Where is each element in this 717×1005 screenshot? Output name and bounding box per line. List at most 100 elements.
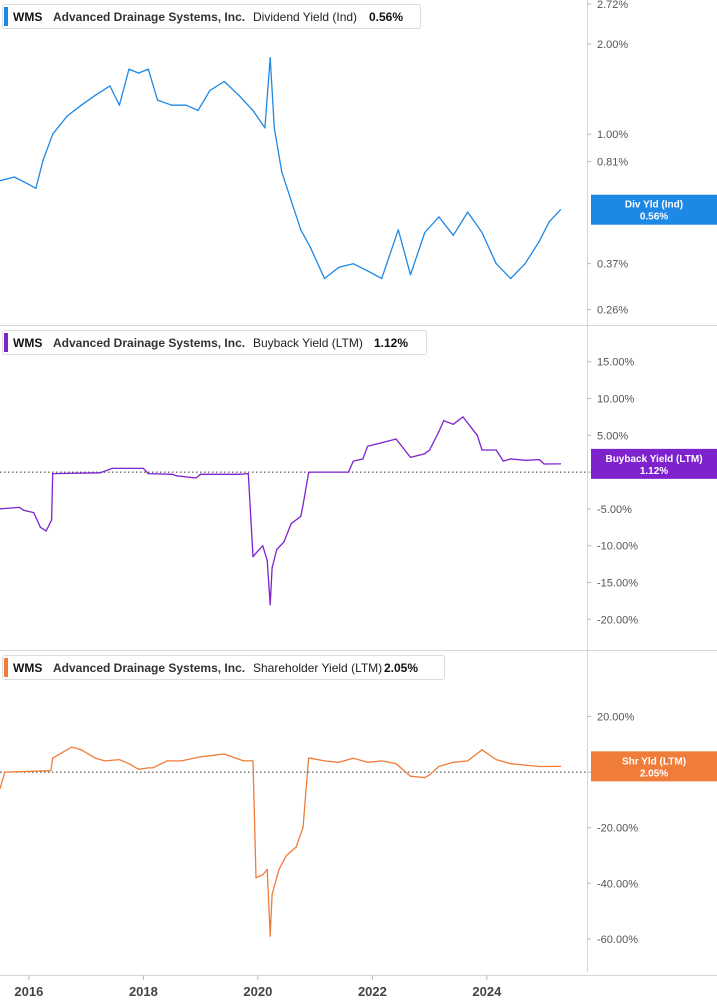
y-tick-label: -20.00%: [597, 823, 638, 835]
data-point: [209, 89, 211, 91]
data-point: [138, 768, 140, 770]
data-point: [176, 475, 178, 477]
data-point: [309, 246, 311, 248]
data-point: [273, 127, 275, 129]
data-point: [538, 459, 541, 461]
data-point: [323, 760, 326, 762]
data-point: [45, 530, 47, 532]
data-point: [271, 567, 273, 569]
data-point: [156, 99, 159, 101]
legend-color-swatch: [4, 7, 8, 26]
y-tick-label: 1.00%: [597, 129, 628, 141]
data-point: [118, 467, 120, 469]
panel-2: 15.00%10.00%5.00%0.00%-5.00%-10.00%-15.0…: [0, 325, 717, 626]
data-point: [290, 200, 292, 202]
value-badge-value: 1.12%: [640, 466, 668, 477]
data-point: [302, 827, 304, 829]
data-point: [352, 263, 354, 265]
data-point: [300, 515, 302, 517]
data-point: [424, 777, 426, 779]
data-point: [13, 176, 15, 178]
data-point: [238, 473, 240, 475]
data-point: [197, 109, 199, 112]
data-point: [118, 759, 120, 761]
legend-ticker: WMS: [13, 661, 42, 675]
y-tick-label: 0.81%: [597, 157, 628, 169]
data-point: [381, 442, 383, 444]
data-point: [352, 757, 354, 759]
data-point: [233, 473, 235, 475]
data-point: [118, 104, 120, 106]
data-point: [510, 458, 512, 460]
data-point: [266, 868, 268, 871]
y-tick-label: 2.72%: [597, 0, 628, 11]
data-point: [142, 467, 144, 469]
data-point: [452, 761, 454, 763]
data-point: [4, 771, 6, 773]
data-point: [467, 211, 469, 213]
data-point: [495, 449, 497, 451]
data-point: [255, 877, 257, 879]
legend-ticker: WMS: [13, 10, 42, 24]
data-point: [481, 449, 483, 451]
legend-company: Advanced Drainage Systems, Inc.: [53, 10, 245, 24]
y-tick-label: 15.00%: [597, 357, 635, 369]
data-point: [510, 277, 512, 280]
data-point: [452, 423, 454, 425]
data-point: [52, 757, 54, 759]
data-point: [171, 473, 173, 475]
data-point: [128, 68, 130, 70]
data-point: [252, 109, 254, 112]
legend-metric: Dividend Yield (Ind): [253, 10, 357, 24]
data-point: [152, 767, 154, 769]
data-point: [147, 68, 149, 70]
data-point: [50, 770, 52, 772]
data-point: [39, 526, 42, 528]
data-point: [266, 559, 268, 562]
data-point: [300, 229, 302, 231]
data-point: [308, 472, 310, 474]
data-point: [238, 94, 240, 96]
data-point: [409, 274, 412, 276]
data-point: [381, 277, 383, 280]
data-point: [352, 460, 354, 462]
y-tick-label: -40.00%: [597, 878, 638, 890]
data-point: [171, 104, 173, 106]
data-point: [94, 94, 97, 96]
x-tick-label: 2022: [358, 984, 387, 999]
data-point: [338, 761, 340, 763]
data-point: [52, 133, 54, 135]
data-point: [61, 752, 63, 754]
x-tick-label: 2024: [472, 984, 502, 999]
data-point: [128, 763, 130, 765]
y-tick-label: -60.00%: [597, 934, 638, 946]
data-point: [283, 541, 285, 543]
data-point: [195, 477, 197, 479]
data-point: [42, 159, 44, 161]
data-point: [223, 80, 225, 83]
data-point: [481, 749, 483, 751]
y-tick-label: 0.37%: [597, 259, 628, 271]
data-point: [28, 183, 30, 185]
data-point: [35, 187, 37, 189]
y-tick-label: 20.00%: [597, 711, 635, 723]
data-point: [23, 509, 25, 511]
data-point: [495, 263, 497, 265]
data-point: [395, 438, 397, 440]
legend-ticker: WMS: [13, 336, 42, 350]
series-line: [0, 416, 561, 606]
panel-3: 20.00%0.00%-20.00%-40.00%-60.00%Shr Yld …: [0, 650, 717, 946]
data-point: [462, 416, 464, 418]
data-point: [80, 104, 82, 106]
data-point: [308, 757, 310, 759]
legend-company: Advanced Drainage Systems, Inc.: [53, 661, 245, 675]
data-point: [147, 473, 149, 475]
data-point: [367, 270, 369, 272]
data-point: [278, 868, 280, 871]
data-point: [367, 445, 369, 447]
data-point: [66, 115, 68, 117]
y-tick-label: 2.00%: [597, 39, 628, 51]
data-point: [80, 749, 82, 751]
data-point: [476, 434, 478, 436]
data-point: [94, 757, 97, 759]
